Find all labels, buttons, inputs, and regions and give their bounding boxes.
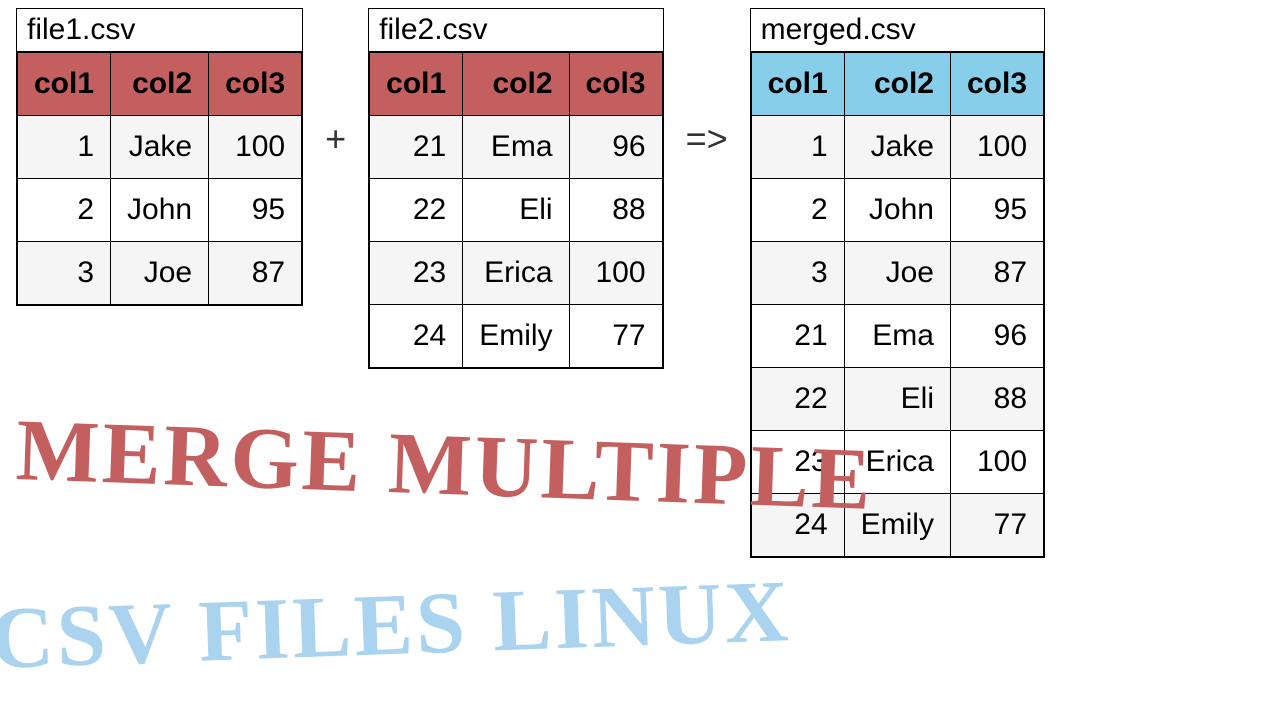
merged-col1-header: col1 (751, 53, 844, 116)
table-row: 24 Emily 77 (370, 305, 662, 368)
file2-col2-header: col2 (463, 53, 569, 116)
file1-col1-header: col1 (18, 53, 111, 116)
table-row: 21 Ema 96 (751, 305, 1043, 368)
merged-col2-header: col2 (844, 53, 950, 116)
file2-table: file2.csv col1 col2 col3 21 Ema 96 22 El… (368, 8, 663, 369)
table-row: 3 Joe 87 (751, 242, 1043, 305)
merged-title: merged.csv (751, 9, 1044, 52)
plus-operator: + (311, 118, 360, 160)
table-row: 22 Eli 88 (370, 179, 662, 242)
table-row: 2 John 95 (18, 179, 302, 242)
file2-title: file2.csv (369, 9, 662, 52)
table-row: 2 John 95 (751, 179, 1043, 242)
table-row: 23 Erica 100 (370, 242, 662, 305)
file1-col2-header: col2 (111, 53, 209, 116)
arrow-operator: => (672, 118, 742, 160)
file1-table: file1.csv col1 col2 col3 1 Jake 100 2 Jo… (16, 8, 303, 306)
file1-data: col1 col2 col3 1 Jake 100 2 John 95 3 (17, 52, 302, 305)
table-row: 1 Jake 100 (18, 116, 302, 179)
merged-col3-header: col3 (950, 53, 1043, 116)
file2-data: col1 col2 col3 21 Ema 96 22 Eli 88 23 (369, 52, 662, 368)
table-row: 21 Ema 96 (370, 116, 662, 179)
table-row: 22 Eli 88 (751, 368, 1043, 431)
caption-line2: CSV FILES LINUX (0, 561, 793, 690)
file1-title: file1.csv (17, 9, 302, 52)
file2-col1-header: col1 (370, 53, 463, 116)
table-row: 1 Jake 100 (751, 116, 1043, 179)
table-row: 3 Joe 87 (18, 242, 302, 305)
file1-col3-header: col3 (209, 53, 302, 116)
file2-col3-header: col3 (569, 53, 662, 116)
